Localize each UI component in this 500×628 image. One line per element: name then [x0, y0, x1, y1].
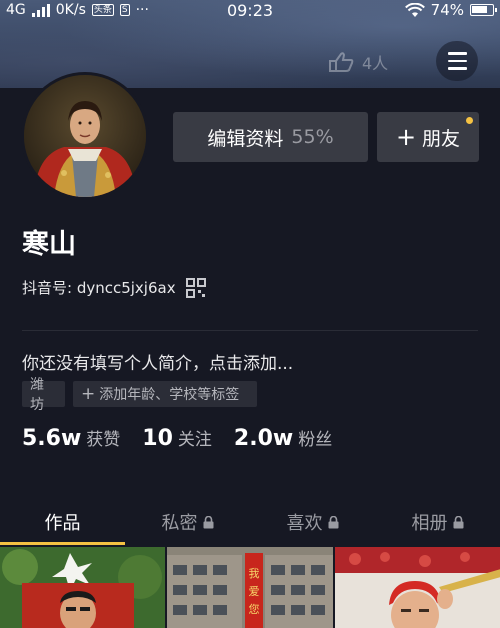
qr-code-icon[interactable]	[185, 277, 206, 298]
hand-icon	[329, 52, 354, 72]
tab-label: 喜欢	[286, 513, 323, 534]
video-thumbnail[interactable]	[334, 547, 500, 628]
stats-row: 5.6w 获赞 10 关注 2.0w 粉丝	[22, 425, 354, 451]
stat-value: 5.6w	[22, 426, 82, 451]
visitor-indicator[interactable]: 4人	[328, 50, 388, 74]
lock-icon	[203, 515, 213, 528]
plus-icon: +	[81, 384, 96, 404]
divider	[22, 330, 478, 331]
wifi-icon	[404, 2, 425, 17]
video-thumbnail[interactable]: 我 爱 您	[167, 547, 333, 628]
stat-likes[interactable]: 5.6w 获赞	[22, 425, 120, 451]
video-thumbnail[interactable]	[0, 547, 166, 628]
edit-profile-label: 编辑资料	[207, 127, 284, 150]
content-tabs: 作品 私密 喜欢 相册	[0, 500, 500, 544]
add-tags-label: 添加年龄、学校等标签	[99, 387, 240, 403]
douyin-id: 抖音号: dyncc5jxj6ax	[22, 277, 206, 298]
battery-percent: 74%	[430, 1, 464, 19]
tab-label: 相册	[411, 513, 448, 534]
tab-works[interactable]: 作品	[0, 500, 125, 544]
tab-label: 作品	[44, 513, 81, 534]
status-bar: 4G 0K/s 头条 S ··· 09:23 74%	[0, 0, 500, 22]
stat-followers[interactable]: 2.0w 粉丝	[234, 425, 332, 451]
stat-value: 2.0w	[233, 426, 294, 451]
profile-completion: 55%	[291, 126, 334, 148]
tab-private[interactable]: 私密	[125, 500, 250, 544]
stat-label: 粉丝	[298, 430, 333, 450]
video-grid: 我 爱 您	[0, 547, 500, 628]
active-tab-indicator	[0, 542, 125, 545]
svg-text:我: 我	[249, 567, 260, 580]
stat-value: 10	[142, 426, 173, 451]
username: 寒山	[22, 229, 76, 260]
stat-label: 关注	[177, 430, 212, 450]
menu-button[interactable]	[436, 41, 478, 81]
edit-profile-button[interactable]: 编辑资料 55%	[173, 112, 368, 162]
svg-text:爱: 爱	[249, 585, 260, 598]
add-friend-button[interactable]: + 朋友	[377, 112, 479, 162]
add-friend-label: 朋友	[422, 127, 461, 150]
svg-text:您: 您	[249, 603, 260, 616]
plus-icon: +	[395, 123, 417, 151]
location-tag[interactable]: 潍坊	[22, 377, 65, 413]
tab-likes[interactable]: 喜欢	[250, 500, 375, 544]
bio-prompt[interactable]: 你还没有填写个人简介，点击添加...	[22, 349, 293, 374]
battery-icon	[470, 4, 497, 16]
tab-album[interactable]: 相册	[375, 500, 500, 544]
visitor-count: 4人	[362, 54, 389, 73]
lock-icon	[453, 515, 463, 528]
avatar-portrait	[24, 75, 146, 197]
stat-label: 获赞	[86, 430, 121, 450]
lock-icon	[328, 515, 338, 528]
tab-label: 私密	[161, 513, 198, 534]
add-tags-button[interactable]: + 添加年龄、学校等标签	[73, 381, 257, 407]
douyin-id-text: 抖音号: dyncc5jxj6ax	[22, 279, 176, 297]
hamburger-icon	[447, 52, 467, 55]
notification-dot	[466, 117, 473, 124]
avatar[interactable]	[21, 72, 149, 200]
stat-following[interactable]: 10 关注	[142, 425, 212, 451]
